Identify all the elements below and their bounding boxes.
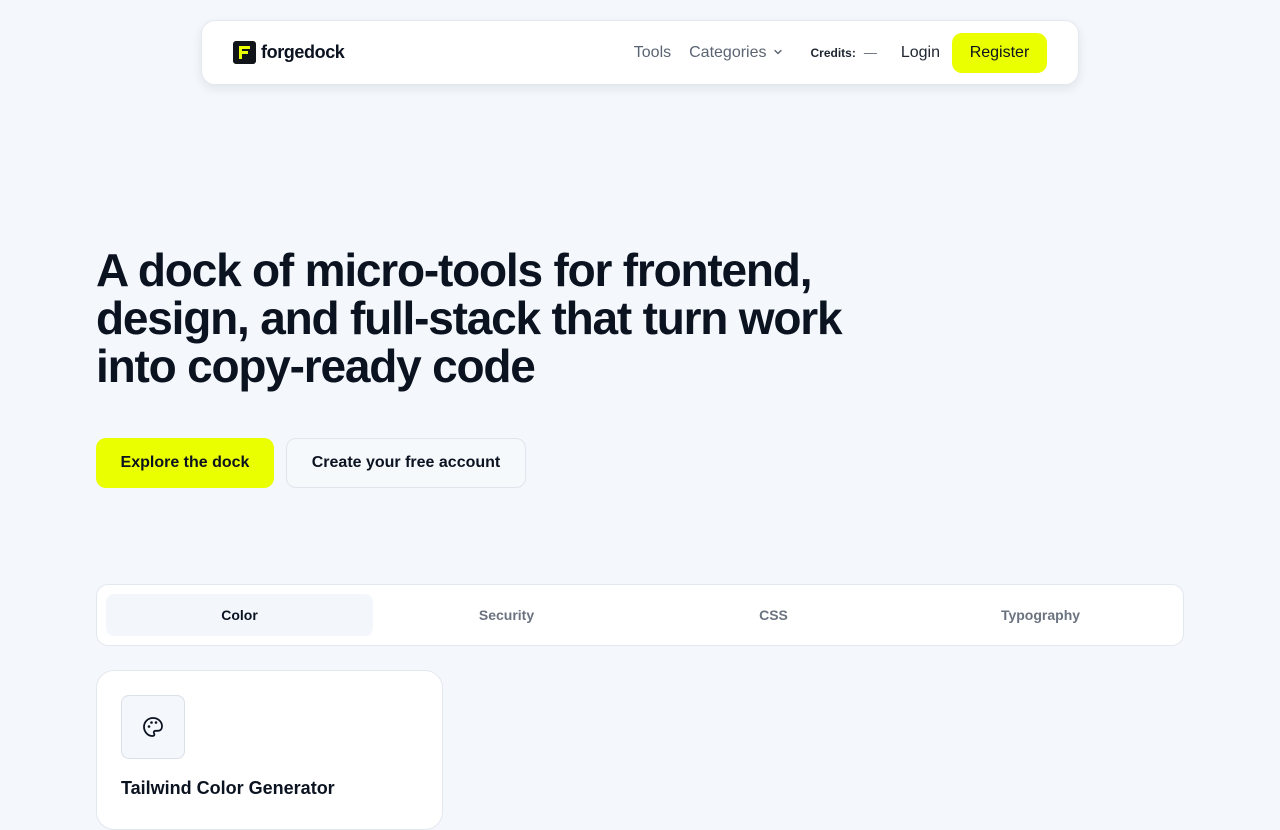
brand-logo[interactable]: forgedock bbox=[233, 41, 345, 64]
tab-color[interactable]: Color bbox=[106, 594, 373, 636]
tab-css[interactable]: CSS bbox=[640, 594, 907, 636]
credits-label: Credits: bbox=[810, 45, 856, 60]
tab-security[interactable]: Security bbox=[373, 594, 640, 636]
tool-card[interactable]: Tailwind Color Generator bbox=[96, 670, 443, 830]
nav-menu: Tools Categories Credits: — Login Regist… bbox=[634, 32, 1047, 73]
brand-name: forgedock bbox=[261, 42, 345, 62]
register-button[interactable]: Register bbox=[952, 32, 1047, 73]
create-account-button[interactable]: Create your free account bbox=[286, 438, 526, 488]
forgedock-logo-icon bbox=[233, 41, 256, 64]
login-link[interactable]: Login bbox=[901, 44, 940, 62]
category-tabs: Color Security CSS Typography bbox=[96, 584, 1184, 646]
credits-display: Credits: — bbox=[811, 45, 877, 60]
chevron-down-icon bbox=[773, 44, 783, 62]
nav-categories-label: Categories bbox=[689, 43, 767, 61]
tool-card-title: Tailwind Color Generator bbox=[121, 778, 335, 798]
hero-title: A dock of micro-tools for frontend, desi… bbox=[96, 244, 843, 392]
nav-link-tools[interactable]: Tools bbox=[634, 44, 671, 62]
palette-icon bbox=[121, 695, 185, 759]
tab-typography[interactable]: Typography bbox=[907, 594, 1174, 636]
top-navbar: forgedock Tools Categories Credits: — Lo… bbox=[201, 20, 1079, 85]
nav-dropdown-categories[interactable]: Categories bbox=[689, 44, 782, 62]
explore-dock-button[interactable]: Explore the dock bbox=[96, 438, 274, 488]
credits-value: — bbox=[863, 45, 877, 60]
